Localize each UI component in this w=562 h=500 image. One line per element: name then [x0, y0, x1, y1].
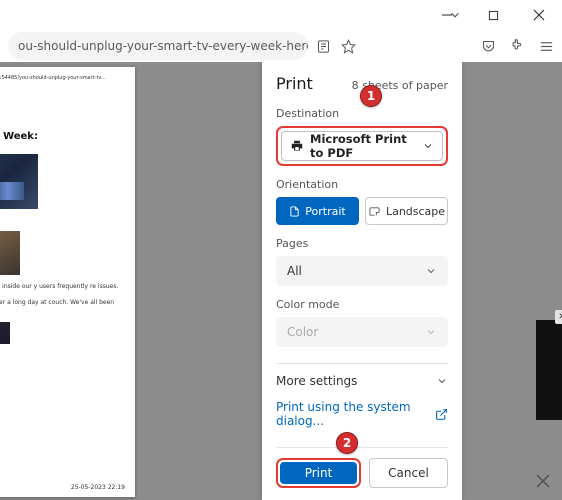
maximize-button[interactable]: [470, 0, 516, 30]
color-mode-value: Color: [287, 325, 318, 339]
page-close-icon[interactable]: [536, 474, 550, 488]
url-text: ou-should-unplug-your-smart-tv-every-wee…: [18, 39, 308, 53]
extensions-icon[interactable]: [510, 39, 525, 54]
chevron-down-icon: [425, 326, 437, 338]
preview-image-1: [0, 154, 38, 209]
pages-label: Pages: [276, 237, 448, 250]
url-field[interactable]: ou-should-unplug-your-smart-tv-every-wee…: [8, 32, 308, 60]
preview-url: wgeek.com/154485/you-should-unplug-your-…: [0, 75, 127, 81]
color-mode-select: Color: [276, 317, 448, 347]
orientation-label: Orientation: [276, 178, 448, 191]
landscape-icon: [368, 206, 381, 217]
color-mode-label: Color mode: [276, 298, 448, 311]
preview-image-2: [0, 231, 20, 275]
more-settings-toggle[interactable]: More settings: [276, 374, 448, 388]
chevron-down-icon: [425, 265, 437, 277]
destination-select[interactable]: Microsoft Print to PDF: [281, 131, 443, 161]
preview-image-3: [0, 322, 10, 344]
pages-select[interactable]: All: [276, 256, 448, 286]
system-dialog-link[interactable]: Print using the system dialog...: [276, 400, 448, 428]
page-content-area: wgeek.com/154485/you-should-unplug-your-…: [0, 62, 562, 500]
chevron-down-icon: [436, 375, 448, 387]
annotation-badge-1: 1: [360, 85, 382, 107]
pages-value: All: [287, 264, 302, 278]
page-right-strip: ✕: [462, 62, 562, 500]
external-link-icon: [435, 408, 448, 421]
menu-icon[interactable]: [539, 39, 554, 54]
pocket-icon[interactable]: [481, 39, 496, 54]
close-window-button[interactable]: [516, 0, 562, 30]
orientation-portrait-button[interactable]: Portrait: [276, 197, 359, 225]
printer-icon: [290, 139, 304, 153]
favorite-icon[interactable]: [341, 39, 356, 54]
address-bar: ou-should-unplug-your-smart-tv-every-wee…: [0, 30, 562, 62]
orientation-landscape-button[interactable]: Landscape: [365, 197, 448, 225]
destination-label: Destination: [276, 107, 448, 120]
minimize-button[interactable]: [424, 0, 470, 30]
preview-footer-date: 25-05-2023 22:19: [71, 484, 125, 491]
destination-value: Microsoft Print to PDF: [310, 132, 416, 160]
print-preview-page: wgeek.com/154485/you-should-unplug-your-…: [0, 67, 135, 497]
divider: [276, 363, 448, 364]
print-dialog: Print 8 sheets of paper Destination Micr…: [262, 62, 462, 500]
print-button[interactable]: Print: [280, 462, 357, 484]
print-dialog-title: Print: [276, 74, 313, 93]
preview-paragraph-1: ed devices inside our y users frequently…: [0, 283, 127, 291]
ad-block: ✕: [536, 320, 562, 420]
portrait-icon: [289, 205, 300, 218]
annotation-badge-2: 2: [336, 432, 358, 454]
window-controls: [424, 0, 562, 30]
preview-heading: Every Week:: [0, 131, 127, 142]
chevron-down-icon: [422, 140, 434, 152]
destination-highlight: Microsoft Print to PDF: [276, 126, 448, 166]
preview-paragraph-2: e show after a long day at couch. We've …: [0, 299, 127, 307]
reader-icon[interactable]: [316, 39, 331, 54]
ad-close-icon[interactable]: ✕: [555, 310, 562, 324]
cancel-button[interactable]: Cancel: [369, 458, 448, 488]
print-button-highlight: Print: [276, 458, 361, 488]
